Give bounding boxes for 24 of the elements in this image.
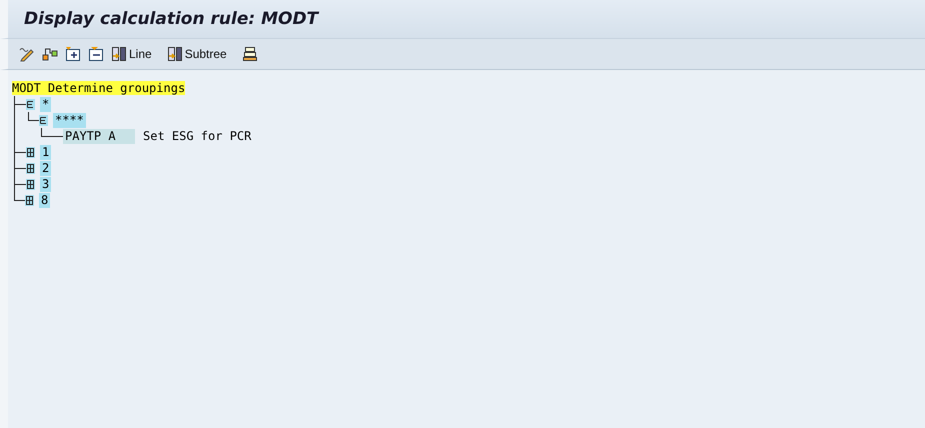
node-label[interactable]: 8: [39, 192, 50, 208]
node-label[interactable]: *: [40, 96, 52, 112]
collapsed-node-icon[interactable]: [26, 162, 35, 174]
node-label[interactable]: 1: [40, 144, 52, 160]
operation-label[interactable]: PAYTP A: [63, 128, 135, 144]
rule-name[interactable]: MODT: [12, 81, 48, 95]
node-label[interactable]: 3: [40, 176, 52, 192]
collapsed-node-icon[interactable]: [25, 194, 34, 206]
collapse-icon[interactable]: [87, 44, 105, 64]
node-label[interactable]: 2: [40, 160, 52, 176]
line-button[interactable]: Line: [110, 44, 153, 64]
collapsed-node-icon[interactable]: [26, 146, 35, 158]
expanded-node-icon[interactable]: [39, 114, 48, 126]
expanded-node-icon[interactable]: [26, 98, 35, 110]
window-title: Display calculation rule: MODT: [24, 9, 318, 29]
expand-icon[interactable]: [64, 44, 82, 64]
subtree-button[interactable]: Subtree: [166, 44, 228, 64]
node-label[interactable]: ****: [53, 112, 86, 128]
panel-icon: [166, 46, 183, 62]
rule-description: Determine groupings: [48, 81, 186, 95]
stack-icon[interactable]: [240, 44, 259, 64]
operation-description: Set ESG for PCR: [143, 129, 252, 143]
collapsed-node-icon[interactable]: [26, 178, 35, 190]
panel-icon: [111, 46, 127, 62]
